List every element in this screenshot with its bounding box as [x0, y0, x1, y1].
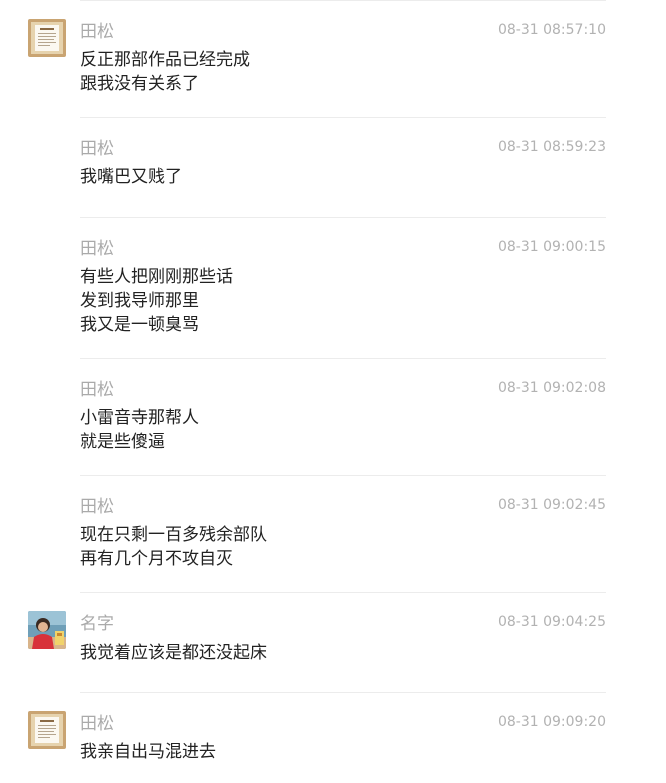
message-divider	[80, 117, 606, 118]
top-divider	[80, 0, 606, 1]
message-timestamp: 08-31 08:57:10	[497, 22, 606, 38]
message-text: 小雷音寺那帮人 就是些傻逼	[80, 406, 199, 454]
message-timestamp: 08-31 09:02:45	[497, 497, 606, 513]
message-line: 我亲自出马混进去	[80, 742, 216, 762]
message-text: 反正那部作品已经完成 跟我没有关系了	[80, 48, 250, 96]
message-line: 小雷音寺那帮人	[80, 408, 199, 428]
sender-name: 田松	[80, 714, 114, 734]
message-line: 现在只剩一百多残余部队	[80, 525, 267, 545]
message-divider	[80, 592, 606, 593]
message-timestamp: 08-31 09:09:20	[497, 714, 606, 730]
message-line: 发到我导师那里	[80, 291, 199, 311]
message-line: 再有几个月不攻自灭	[80, 549, 233, 569]
sender-name: 田松	[80, 380, 114, 400]
message-text: 我嘴巴又贱了	[80, 165, 182, 189]
certificate-frame-avatar[interactable]	[28, 711, 66, 749]
message-text: 现在只剩一百多残余部队 再有几个月不攻自灭	[80, 523, 267, 571]
sender-name: 田松	[80, 239, 114, 259]
message-text: 有些人把刚刚那些话 发到我导师那里 我又是一顿臭骂	[80, 265, 233, 337]
message-divider	[80, 358, 606, 359]
message-timestamp: 08-31 09:02:08	[497, 380, 606, 396]
certificate-frame-avatar[interactable]	[28, 19, 66, 57]
message-line: 我嘴巴又贱了	[80, 167, 182, 187]
message-line: 有些人把刚刚那些话	[80, 267, 233, 287]
message-line: 我觉着应该是都还没起床	[80, 643, 267, 663]
message-divider	[80, 475, 606, 476]
message-line: 跟我没有关系了	[80, 74, 199, 94]
message-divider	[80, 217, 606, 218]
message-divider	[80, 692, 606, 693]
person-photo-avatar[interactable]	[28, 611, 66, 649]
message-timestamp: 08-31 09:00:15	[497, 239, 606, 255]
message-line: 反正那部作品已经完成	[80, 50, 250, 70]
message-timestamp: 08-31 08:59:23	[497, 139, 606, 155]
sender-name: 田松	[80, 139, 114, 159]
sender-name: 名字	[80, 614, 114, 634]
message-text: 我亲自出马混进去	[80, 740, 216, 764]
message-text: 我觉着应该是都还没起床	[80, 641, 267, 665]
message-timestamp: 08-31 09:04:25	[497, 614, 606, 630]
message-line: 我又是一顿臭骂	[80, 315, 199, 335]
sender-name: 田松	[80, 497, 114, 517]
sender-name: 田松	[80, 22, 114, 42]
message-line: 就是些傻逼	[80, 432, 165, 452]
